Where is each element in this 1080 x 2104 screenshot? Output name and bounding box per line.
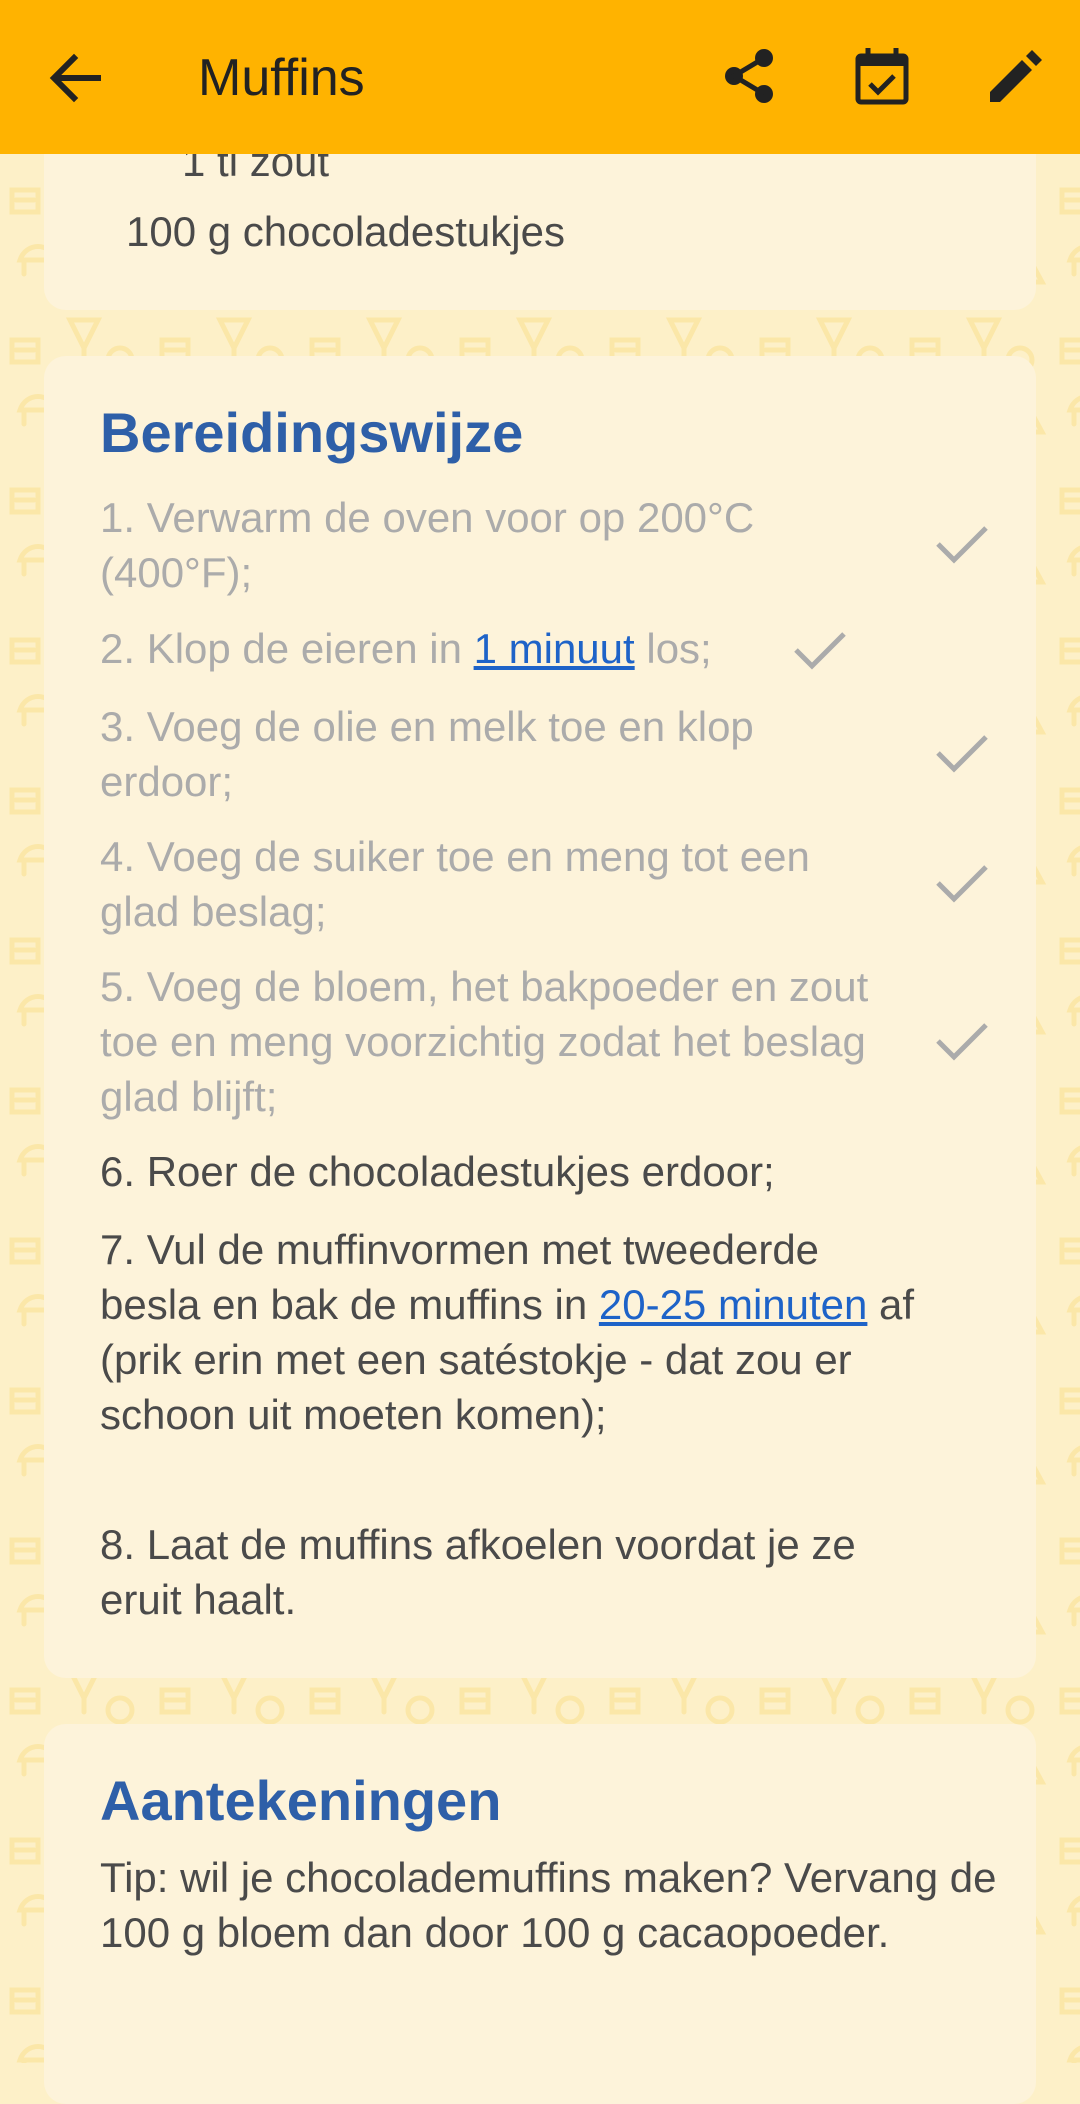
step-5[interactable]: 5. Voeg de bloem, het bakpoeder en zout … [100,959,930,1124]
step-6[interactable]: 6. Roer de chocoladestukjes erdoor; [100,1144,980,1199]
share-icon [725,49,773,103]
preparation-card: Bereidingswijze 1. Verwarm de oven voor … [44,356,1036,1678]
edit-pencil-icon [990,50,1042,102]
check-icon[interactable] [934,861,990,905]
step-7[interactable]: 7. Vul de muffinvormen met tweederde bes… [100,1222,920,1442]
notes-title: Aantekeningen [100,1769,502,1832]
step-4[interactable]: 4. Voeg de suiker toe en meng tot een gl… [100,829,900,939]
step-3[interactable]: 3. Voeg de olie en melk toe en klop erdo… [100,699,890,809]
preparation-title: Bereidingswijze [100,401,524,464]
back-button[interactable] [46,52,106,104]
step-2-text-end: los; [634,625,712,672]
timer-link-20-25-minuten[interactable]: 20-25 minuten [599,1281,868,1328]
app-bar: Muffins [0,0,1080,154]
check-icon[interactable] [792,628,848,672]
timer-link-1-minuut[interactable]: 1 minuut [474,625,635,672]
check-icon[interactable] [934,522,990,566]
arrow-back-icon [49,53,101,103]
notes-text: Tip: wil je chocolademuffins maken? Verv… [100,1854,997,1956]
add-to-calendar-button[interactable] [850,44,914,108]
page-title: Muffins [198,49,365,107]
step-8[interactable]: 8. Laat de muffins afkoelen voordat je z… [100,1517,920,1627]
edit-button[interactable] [982,44,1046,108]
share-button[interactable] [718,44,782,108]
calendar-check-icon [855,48,909,105]
check-icon[interactable] [934,1019,990,1063]
step-2-text: 2. Klop de eieren in [100,625,474,672]
notes-card: Aantekeningen Tip: wil je chocolademuffi… [44,1724,1036,2104]
check-icon[interactable] [934,731,990,775]
step-2[interactable]: 2. Klop de eieren in 1 minuut los; [100,621,860,676]
step-1[interactable]: 1. Verwarm de oven voor op 200°C (400°F)… [100,490,900,600]
ingredient-item: 100 g chocoladestukjes [126,208,565,255]
